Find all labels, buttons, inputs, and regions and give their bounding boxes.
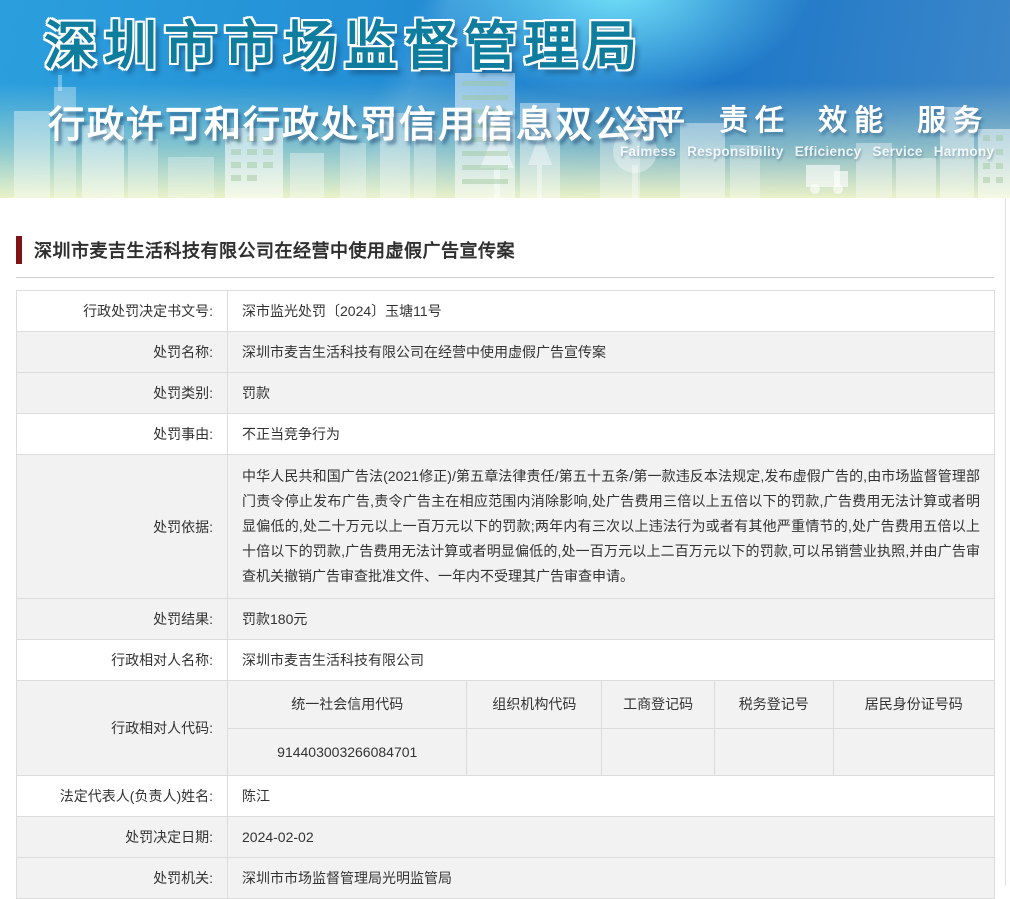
site-banner: 深圳市市场监督管理局 行政许可和行政处罚信用信息双公示 公平 责任 效能 服务 … xyxy=(0,0,1010,198)
code-header-row: 统一社会信用代码组织机构代码工商登记码税务登记号居民身份证号码 xyxy=(228,681,994,728)
table-row: 行政处罚决定书文号:深市监光处罚〔2024〕玉塘11号 xyxy=(17,291,995,332)
row-label: 法定代表人(负责人)姓名: xyxy=(17,776,228,817)
case-title: 深圳市麦吉生活科技有限公司在经营中使用虚假广告宣传案 xyxy=(34,237,515,263)
table-row: 处罚决定日期:2024-02-02 xyxy=(17,817,995,858)
row-value: 深市监光处罚〔2024〕玉塘11号 xyxy=(228,291,995,332)
table-row: 行政相对人代码:统一社会信用代码组织机构代码工商登记码税务登记号居民身份证号码9… xyxy=(17,681,995,776)
row-value: 中华人民共和国广告法(2021修正)/第五章法律责任/第五十五条/第一款违反本法… xyxy=(228,455,995,599)
row-value: 陈江 xyxy=(228,776,995,817)
main-content: 深圳市麦吉生活科技有限公司在经营中使用虚假广告宣传案 行政处罚决定书文号:深市监… xyxy=(0,236,1010,899)
title-divider xyxy=(16,277,994,278)
code-column-value xyxy=(602,728,715,775)
code-column-header: 统一社会信用代码 xyxy=(228,681,467,728)
row-value: 深圳市市场监督管理局光明监管局 xyxy=(228,858,995,899)
code-column-value xyxy=(833,728,994,775)
table-row: 处罚机关:深圳市市场监督管理局光明监管局 xyxy=(17,858,995,899)
code-column-header: 组织机构代码 xyxy=(467,681,602,728)
row-label: 处罚类别: xyxy=(17,373,228,414)
table-row: 法定代表人(负责人)姓名:陈江 xyxy=(17,776,995,817)
row-value: 深圳市麦吉生活科技有限公司 xyxy=(228,640,995,681)
row-label: 行政相对人名称: xyxy=(17,640,228,681)
row-value: 罚款180元 xyxy=(228,599,995,640)
table-row: 行政相对人名称:深圳市麦吉生活科技有限公司 xyxy=(17,640,995,681)
row-label: 行政处罚决定书文号: xyxy=(17,291,228,332)
code-column-header: 工商登记码 xyxy=(602,681,715,728)
row-label: 处罚事由: xyxy=(17,414,228,455)
code-column-value: 914403003266084701 xyxy=(228,728,467,775)
row-label: 处罚机关: xyxy=(17,858,228,899)
slogan-english: Faimess Responsibility Efficiency Servic… xyxy=(620,144,1010,159)
row-value: 2024-02-02 xyxy=(228,817,995,858)
case-title-block: 深圳市麦吉生活科技有限公司在经营中使用虚假广告宣传案 xyxy=(16,236,994,264)
row-label: 处罚名称: xyxy=(17,332,228,373)
table-row: 处罚名称:深圳市麦吉生活科技有限公司在经营中使用虚假广告宣传案 xyxy=(17,332,995,373)
row-label: 处罚结果: xyxy=(17,599,228,640)
entity-code-table: 统一社会信用代码组织机构代码工商登记码税务登记号居民身份证号码914403003… xyxy=(228,681,994,775)
row-value: 深圳市麦吉生活科技有限公司在经营中使用虚假广告宣传案 xyxy=(228,332,995,373)
title-accent-bar xyxy=(16,236,22,264)
agency-title: 深圳市市场监督管理局 xyxy=(44,18,644,76)
row-label: 处罚决定日期: xyxy=(17,817,228,858)
slogan-chinese: 公平 责任 效能 服务 和谐 xyxy=(620,97,1010,139)
slogan-block: 公平 责任 效能 服务 和谐 Faimess Responsibility Ef… xyxy=(620,97,1010,159)
row-value: 不正当竞争行为 xyxy=(228,414,995,455)
banner-subtitle: 行政许可和行政处罚信用信息双公示 xyxy=(48,94,672,148)
row-value: 统一社会信用代码组织机构代码工商登记码税务登记号居民身份证号码914403003… xyxy=(228,681,995,776)
code-column-header: 居民身份证号码 xyxy=(833,681,994,728)
code-column-header: 税务登记号 xyxy=(714,681,833,728)
table-row: 处罚结果:罚款180元 xyxy=(17,599,995,640)
code-column-value xyxy=(714,728,833,775)
table-row: 处罚事由:不正当竞争行为 xyxy=(17,414,995,455)
row-label: 处罚依据: xyxy=(17,455,228,599)
table-row: 处罚依据:中华人民共和国广告法(2021修正)/第五章法律责任/第五十五条/第一… xyxy=(17,455,995,599)
code-column-value xyxy=(467,728,602,775)
code-value-row: 914403003266084701 xyxy=(228,728,994,775)
penalty-info-table: 行政处罚决定书文号:深市监光处罚〔2024〕玉塘11号处罚名称:深圳市麦吉生活科… xyxy=(16,290,995,899)
row-label: 行政相对人代码: xyxy=(17,681,228,776)
row-value: 罚款 xyxy=(228,373,995,414)
table-row: 处罚类别:罚款 xyxy=(17,373,995,414)
